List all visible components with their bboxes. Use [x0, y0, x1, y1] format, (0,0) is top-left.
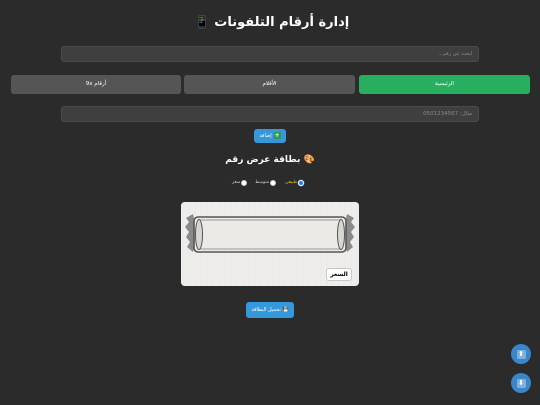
option-medium-label: متوسط — [255, 180, 270, 185]
scroll-up-button[interactable]: ⬆ — [511, 344, 531, 364]
arrow-down-icon: ⬇ — [516, 378, 526, 388]
page-title-text: إدارة أرقام التلفونات — [214, 15, 350, 30]
plus-icon: + — [273, 132, 281, 139]
phone-number-input[interactable]: مثال: 0501234567 — [61, 106, 479, 122]
card-section-title: 🎨 بطاقة عرض رقم — [0, 155, 540, 165]
scroll-down-button[interactable]: ⬇ — [511, 373, 531, 393]
download-button-label: تحميل البطاقة — [251, 307, 281, 313]
option-price-label: سعر — [232, 180, 241, 185]
tab-home[interactable]: الرئيسية — [359, 75, 530, 94]
option-normal-label: طبيعي — [285, 180, 298, 185]
radio-price[interactable] — [241, 180, 248, 186]
option-price[interactable]: سعر — [232, 178, 248, 188]
card-style-options: طبيعي متوسط سعر — [230, 178, 310, 188]
mobile-phone-icon: 📱 — [194, 15, 210, 29]
option-normal[interactable]: طبيعي — [285, 178, 305, 188]
palette-icon: 🎨 — [303, 155, 315, 165]
page-title: إدارة أرقام التلفونات 📱 — [0, 15, 540, 30]
arrow-up-icon: ⬆ — [516, 349, 526, 359]
add-button[interactable]: +إضافة — [254, 129, 286, 143]
radio-normal[interactable] — [298, 180, 305, 186]
number-card-preview: السعر — [181, 202, 359, 286]
search-input[interactable]: ابحث عن رقم... — [61, 46, 479, 62]
radio-medium[interactable] — [270, 180, 277, 186]
price-badge: السعر — [326, 268, 352, 281]
add-button-label: إضافة — [259, 133, 272, 139]
option-medium[interactable]: متوسط — [255, 178, 277, 188]
card-section-title-text: بطاقة عرض رقم — [225, 155, 301, 165]
tab-9x-numbers[interactable]: أرقام 9x — [11, 75, 181, 94]
tab-bar: الرئيسية الأقلام أرقام 9x — [11, 75, 530, 94]
download-card-button[interactable]: 💾 تحميل البطاقة — [246, 302, 294, 318]
floppy-disk-icon: 💾 — [282, 307, 289, 313]
tab-pens[interactable]: الأقلام — [184, 75, 355, 94]
